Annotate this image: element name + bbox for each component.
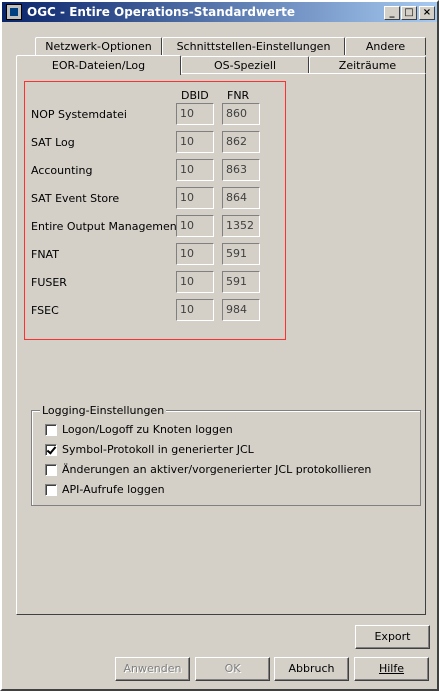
export-button[interactable]: Export [355, 625, 430, 649]
row-label-sat-log: SAT Log [31, 136, 75, 149]
dbid-field-sat-log[interactable]: 10 [176, 131, 214, 153]
row-label-sat-event-store: SAT Event Store [31, 192, 120, 205]
dbid-field-fuser[interactable]: 10 [176, 271, 214, 293]
fnr-field-fnat[interactable]: 591 [222, 243, 260, 265]
dbid-field-fnat[interactable]: 10 [176, 243, 214, 265]
row-label-nop-systemdatei: NOP Systemdatei [31, 108, 127, 121]
dbid-field-sat-event-store[interactable]: 10 [176, 187, 214, 209]
row-label-fuser: FUSER [31, 276, 67, 289]
logon-logoff-label[interactable]: Logon/Logoff zu Knoten loggen [62, 423, 233, 436]
symbol-protokoll-checkbox[interactable] [45, 444, 57, 456]
logon-logoff-checkbox[interactable] [45, 424, 57, 436]
fnr-field-nop-systemdatei[interactable]: 860 [222, 103, 260, 125]
logging-group-title: Logging-Einstellungen [40, 404, 167, 417]
tab-andere[interactable]: Andere [345, 37, 426, 55]
fnr-field-sat-log[interactable]: 862 [222, 131, 260, 153]
help-button[interactable]: Hilfe [354, 657, 429, 681]
row-label-fsec: FSEC [31, 304, 59, 317]
fnr-field-entire-output-management[interactable]: 1352 [222, 215, 260, 237]
dbid-field-accounting[interactable]: 10 [176, 159, 214, 181]
row-label-entire-output-management: Entire Output Management [31, 220, 182, 233]
row-label-accounting: Accounting [31, 164, 93, 177]
close-button[interactable]: × [419, 6, 435, 20]
tab-eor-dateien-log[interactable]: EOR-Dateien/Log [16, 55, 181, 75]
api-aufrufe-checkbox[interactable] [45, 484, 57, 496]
symbol-protokoll-label[interactable]: Symbol-Protokoll in generierter JCL [62, 443, 254, 456]
dbid-field-entire-output-management[interactable]: 10 [176, 215, 214, 237]
tab-zeitraeume[interactable]: Zeiträume [309, 56, 426, 74]
app-icon [6, 4, 22, 20]
apply-button[interactable]: Anwenden [115, 657, 190, 681]
fnr-field-accounting[interactable]: 863 [222, 159, 260, 181]
header-dbid: DBID [181, 89, 209, 102]
window-title: OGC - Entire Operations-Standardwerte [27, 5, 295, 19]
ok-button[interactable]: OK [195, 657, 270, 681]
cancel-button[interactable]: Abbruch [274, 657, 349, 681]
dbid-field-fsec[interactable]: 10 [176, 299, 214, 321]
maximize-button[interactable]: □ [401, 6, 417, 20]
minimize-button[interactable]: _ [384, 6, 400, 20]
jcl-aenderungen-checkbox[interactable] [45, 464, 57, 476]
dbid-field-nop-systemdatei[interactable]: 10 [176, 103, 214, 125]
title-bar[interactable]: OGC - Entire Operations-Standardwerte _ … [2, 2, 437, 22]
tab-os-speziell[interactable]: OS-Speziell [181, 56, 309, 74]
fnr-field-fsec[interactable]: 984 [222, 299, 260, 321]
tab-schnittstellen-einstellungen[interactable]: Schnittstellen-Einstellungen [162, 37, 345, 55]
fnr-field-fuser[interactable]: 591 [222, 271, 260, 293]
api-aufrufe-label[interactable]: API-Aufrufe loggen [62, 483, 165, 496]
tab-netzwerk-optionen[interactable]: Netzwerk-Optionen [35, 37, 162, 55]
header-fnr: FNR [227, 89, 250, 102]
fnr-field-sat-event-store[interactable]: 864 [222, 187, 260, 209]
jcl-aenderungen-label[interactable]: Änderungen an aktiver/vorgenerierter JCL… [62, 463, 371, 476]
row-label-fnat: FNAT [31, 248, 59, 261]
